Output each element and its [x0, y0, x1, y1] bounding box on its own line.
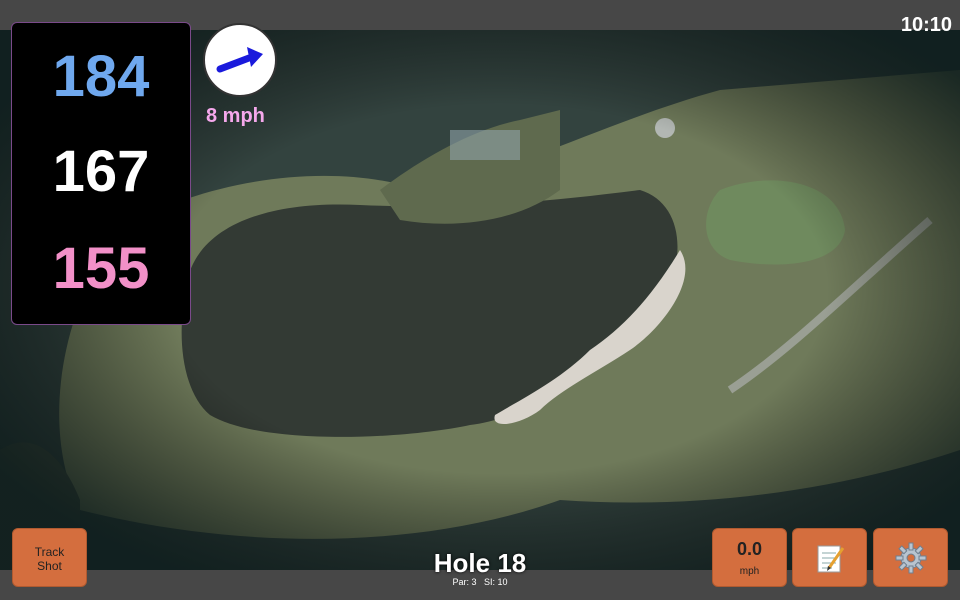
front-distance: 155 — [52, 236, 150, 301]
track-shot-label-line1: Track — [34, 545, 65, 559]
middle-distance: 167 — [52, 139, 150, 204]
hole-par: Par: 3 — [452, 577, 477, 587]
wind-direction-indicator — [203, 23, 277, 97]
settings-button[interactable] — [873, 528, 948, 587]
clock: 10:10 — [900, 14, 952, 36]
track-shot-button[interactable]: Track Shot — [12, 528, 87, 587]
hole-title: Hole 18 — [433, 548, 527, 578]
speed-unit: mph — [739, 566, 760, 577]
track-shot-label-line2: Shot — [37, 559, 62, 573]
hole-info: Par: 3 SI: 10 — [380, 577, 580, 587]
notepad-icon — [817, 545, 844, 572]
wind-speed: 8 mph — [206, 105, 265, 127]
notes-button[interactable] — [792, 528, 867, 587]
distance-panel: 184 167 155 — [11, 22, 191, 325]
back-distance: 184 — [52, 44, 150, 109]
speed-button[interactable]: 0.0 mph — [712, 528, 787, 587]
wind-arrow-icon — [216, 47, 263, 73]
hole-stroke-index: SI: 10 — [484, 577, 508, 587]
speed-value: 0.0 — [736, 539, 763, 559]
gear-icon — [895, 542, 926, 573]
